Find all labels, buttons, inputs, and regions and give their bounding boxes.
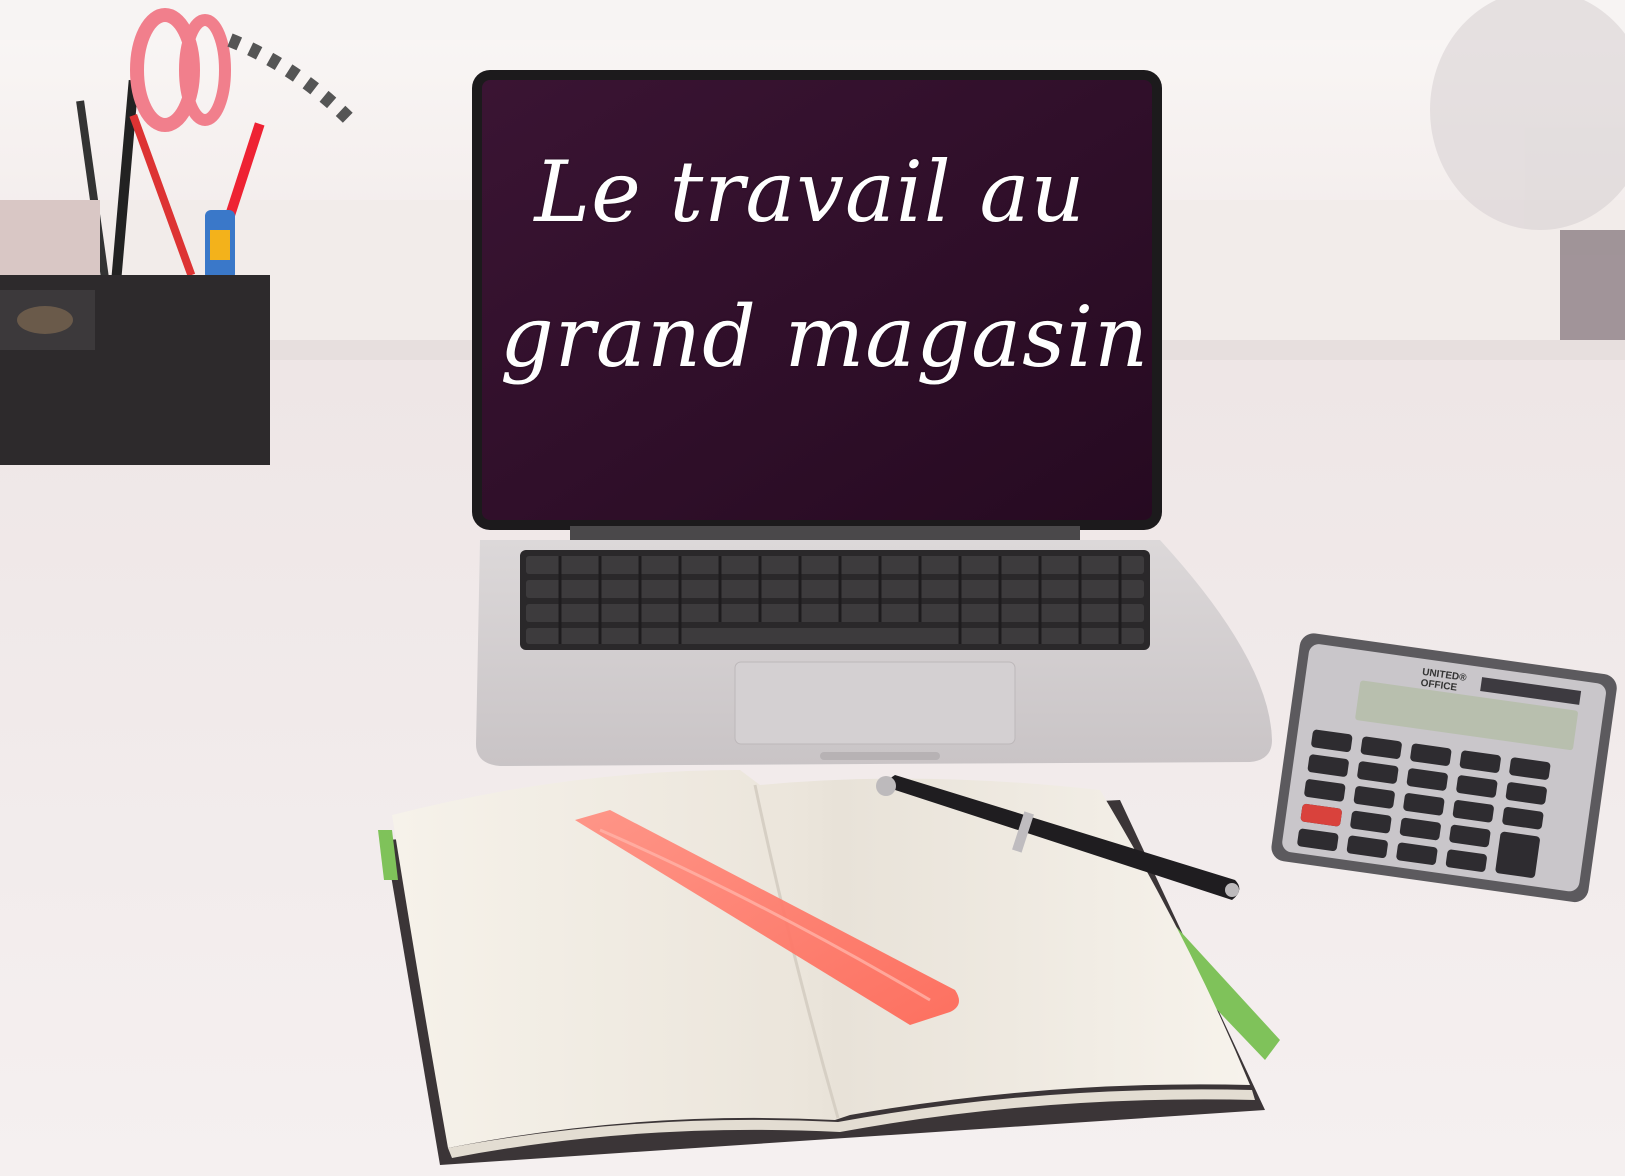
headline-line-1: Le travail au [534,143,1086,241]
laptop-hinge [570,526,1080,540]
headline-line-2: grand magasin [500,288,1150,386]
laptop-trackpad [734,661,1016,745]
calculator-icon: UNITED® OFFICE [1271,633,1617,903]
window-frame [0,0,1625,40]
laptop-front-notch [820,752,940,760]
